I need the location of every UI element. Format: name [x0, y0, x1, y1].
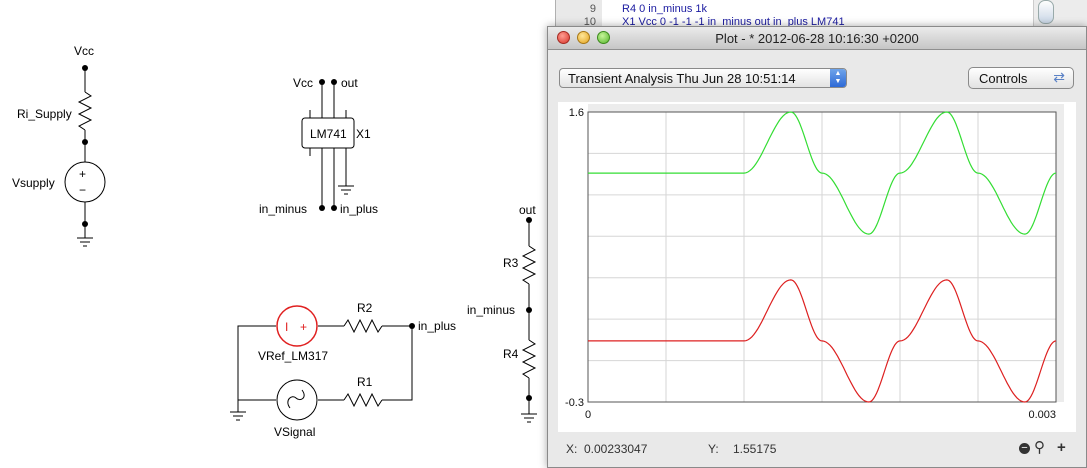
- plot-border: [588, 104, 1064, 112]
- resistor-r1[interactable]: [343, 392, 383, 408]
- x-tick-label: 0.003: [1028, 409, 1056, 421]
- label-in-plus: in_plus: [418, 319, 456, 333]
- voltage-source-vsignal[interactable]: [276, 379, 318, 421]
- label-x1: X1: [356, 127, 371, 141]
- label-in-minus: in_minus: [467, 303, 515, 317]
- x-readout-value: 0.00233047: [584, 442, 648, 456]
- netlist-editor[interactable]: 9 R4 0 in_minus 1k 10 X1 Vcc 0 -1 -1 -1 …: [555, 0, 1087, 28]
- swap-arrows-icon: ⇄: [1053, 69, 1065, 85]
- analysis-select[interactable]: Transient Analysis Thu Jun 28 10:51:14 ▲…: [559, 68, 847, 88]
- y-tick-label: -0.3: [565, 397, 584, 409]
- scroll-knob[interactable]: [1038, 0, 1054, 24]
- label-out: out: [519, 203, 536, 217]
- select-arrows-icon: ▲ ▼: [830, 69, 846, 87]
- plus-sign: +: [79, 167, 86, 181]
- resistor-r3[interactable]: [521, 245, 537, 285]
- line-text: R4 0 in_minus 1k: [622, 3, 707, 15]
- controls-button[interactable]: Controls ⇄: [968, 67, 1074, 89]
- i-symbol: I: [285, 320, 288, 334]
- resistor-r2[interactable]: [343, 318, 383, 334]
- label-in-plus: in_plus: [340, 202, 378, 216]
- zoom-in-button[interactable]: +: [1057, 439, 1066, 456]
- label-r2: R2: [357, 301, 373, 315]
- plot-border: [1056, 104, 1064, 402]
- analysis-select-value: Transient Analysis Thu Jun 28 10:51:14: [568, 71, 796, 86]
- plot-area[interactable]: 1.6 -0.3 0 0.003: [558, 102, 1076, 432]
- zoom-out-button[interactable]: −: [1019, 443, 1030, 454]
- transient-plot[interactable]: 1.6 -0.30 0.003: [558, 102, 1076, 432]
- label-vref-lm317: VRef_LM317: [258, 349, 328, 363]
- wire: [237, 325, 276, 412]
- plot-window[interactable]: Plot - * 2012-06-28 10:16:30 +0200 Trans…: [547, 26, 1087, 468]
- magnifier-icon: ⚲: [1034, 439, 1045, 456]
- wire: [382, 326, 413, 401]
- x-readout-label: X:: [566, 442, 578, 456]
- x-tick-label: 0: [585, 409, 591, 421]
- label-vcc: Vcc: [293, 76, 313, 90]
- minus-sign: −: [79, 183, 86, 197]
- label-vsignal: VSignal: [274, 425, 315, 439]
- y-readout-value: 1.55175: [733, 442, 777, 456]
- label-lm741: LM741: [310, 127, 347, 141]
- label-r1: R1: [357, 375, 373, 389]
- sine-wave-icon: [287, 389, 305, 409]
- y-tick-label: 1.6: [569, 107, 584, 119]
- label-ri-supply: Ri_Supply: [17, 107, 72, 121]
- current-source-vref-lm317[interactable]: [276, 305, 318, 347]
- label-r3: R3: [503, 256, 519, 270]
- window-title: Plot - * 2012-06-28 10:16:30 +0200: [715, 31, 919, 46]
- label-out: out: [341, 76, 358, 90]
- label-vsupply: Vsupply: [12, 176, 55, 190]
- scrollbar[interactable]: [1033, 0, 1087, 28]
- label-in-minus: in_minus: [259, 202, 307, 216]
- line-number: 9: [589, 3, 596, 15]
- controls-button-label: Controls: [979, 71, 1028, 86]
- y-readout-label: Y:: [708, 442, 719, 456]
- schematic-canvas[interactable]: + − I + Vcc Ri_Supply Vsupply Vcc out LM…: [0, 0, 548, 468]
- window-titlebar[interactable]: Plot - * 2012-06-28 10:16:30 +0200: [548, 27, 1086, 50]
- label-r4: R4: [503, 347, 519, 361]
- label-vcc: Vcc: [74, 44, 94, 58]
- resistor-r4[interactable]: [521, 339, 537, 379]
- resistor-ri-supply[interactable]: [77, 91, 93, 131]
- plus-sign: +: [300, 320, 307, 334]
